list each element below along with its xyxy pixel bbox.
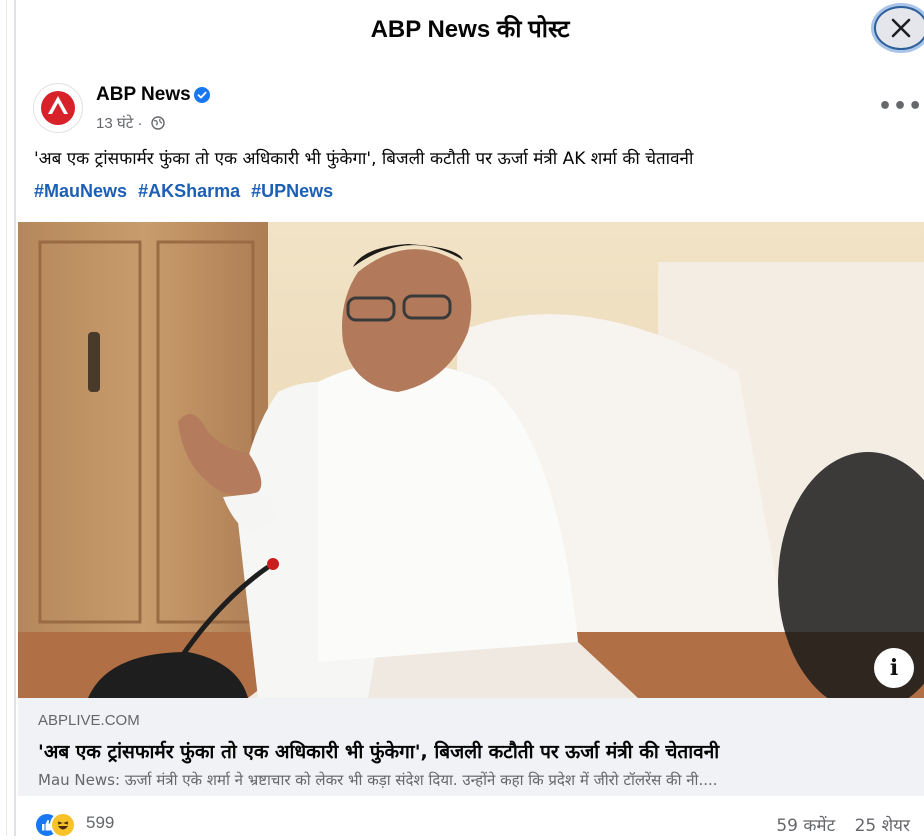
post-card: ABP News 13 घंटे · ••• 'अब एक ट्रांसफार्… xyxy=(16,66,924,838)
post-meta: 13 घंटे · xyxy=(96,113,165,133)
author-name[interactable]: ABP News xyxy=(96,84,191,106)
close-icon xyxy=(891,18,911,38)
modal-header: ABP News की पोस्ट xyxy=(16,0,924,67)
link-preview[interactable]: ABPLIVE.COM 'अब एक ट्रांसफार्मर फुंका तो… xyxy=(18,698,924,796)
abp-logo xyxy=(36,86,80,130)
close-button[interactable] xyxy=(874,6,924,50)
more-options-icon[interactable]: ••• xyxy=(878,94,923,119)
info-icon[interactable]: i xyxy=(874,648,914,688)
post-photo[interactable]: i xyxy=(18,222,924,698)
link-description: Mau News: ऊर्जा मंत्री एके शर्मा ने भ्रष… xyxy=(38,771,718,789)
hashtag-link[interactable]: #UPNews xyxy=(251,181,333,201)
post-time[interactable]: 13 घंटे xyxy=(96,115,133,132)
comments-count[interactable]: 59 कमेंट xyxy=(776,816,835,836)
verified-badge-icon xyxy=(194,87,210,103)
haha-reaction-icon xyxy=(50,812,76,838)
hashtags: #MauNews #AKSharma #UPNews xyxy=(34,181,339,202)
hashtag-link[interactable]: #MauNews xyxy=(34,181,127,201)
post-stats: 59 कमेंट 25 शेयर xyxy=(762,813,910,836)
modal-title: ABP News की पोस्ट xyxy=(370,16,570,43)
link-domain: ABPLIVE.COM xyxy=(38,712,140,729)
avatar[interactable] xyxy=(33,83,83,133)
meta-separator: · xyxy=(137,115,143,132)
link-title[interactable]: 'अब एक ट्रांसफार्मर फुंका तो एक अधिकारी … xyxy=(38,738,719,764)
shares-count[interactable]: 25 शेयर xyxy=(855,816,910,836)
background-page-edge xyxy=(0,0,16,836)
hashtag-link[interactable]: #AKSharma xyxy=(138,181,240,201)
photo-illustration xyxy=(18,222,924,698)
post-text: 'अब एक ट्रांसफार्मर फुंका तो एक अधिकारी … xyxy=(34,149,694,169)
globe-icon xyxy=(150,116,165,130)
reactions-count: 599 xyxy=(86,813,115,832)
